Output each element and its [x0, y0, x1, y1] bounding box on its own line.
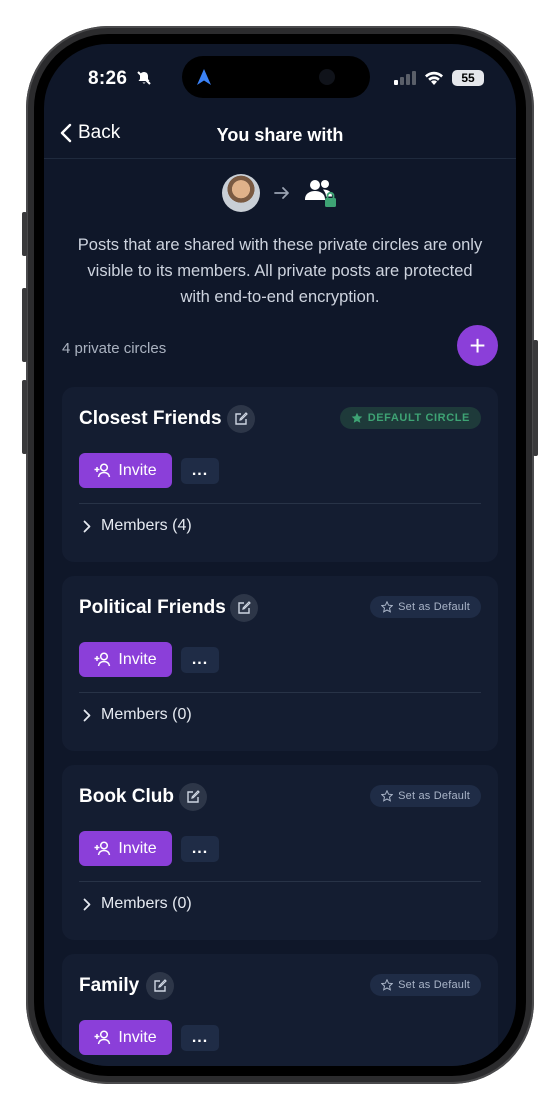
screen: 8:26 55 Back You share with Posts that a…: [44, 44, 516, 1066]
chevron-right-icon: [83, 709, 91, 721]
more-options-button[interactable]: ...: [181, 1025, 219, 1051]
nav-bar: Back You share with: [44, 114, 516, 159]
add-person-icon: [94, 841, 111, 856]
invite-label: Invite: [118, 650, 157, 668]
edit-icon: [187, 790, 200, 803]
plus-icon: +: [469, 329, 486, 361]
dynamic-island: [182, 56, 370, 98]
members-label: Members (0): [101, 706, 192, 723]
wifi-icon: [425, 71, 443, 85]
edit-icon: [235, 412, 248, 425]
members-toggle[interactable]: Members (4): [83, 517, 192, 535]
edit-circle-button[interactable]: [146, 972, 174, 1000]
location-icon: [197, 69, 211, 85]
set-default-label: Set as Default: [398, 979, 470, 991]
edit-circle-button[interactable]: [179, 783, 207, 811]
silent-bell-icon: [137, 71, 151, 85]
people-lock-icon: [305, 180, 336, 207]
signal-icon: [394, 71, 416, 85]
add-person-icon: [94, 463, 111, 478]
circle-card: Political Friends Set as Default Invite …: [62, 576, 498, 751]
battery-indicator: 55: [452, 70, 484, 86]
add-circle-button[interactable]: +: [457, 325, 498, 366]
invite-label: Invite: [118, 461, 157, 479]
divider: [79, 881, 481, 882]
star-icon: [381, 979, 394, 991]
add-person-icon: [94, 652, 111, 667]
volume-down-button: [22, 380, 27, 454]
divider: [79, 503, 481, 504]
set-default-button[interactable]: Set as Default: [370, 596, 481, 618]
circle-name: Political Friends: [79, 597, 226, 618]
edit-icon: [238, 601, 251, 614]
invite-button[interactable]: Invite: [79, 1020, 172, 1055]
star-icon: [381, 601, 394, 613]
badge-label: DEFAULT CIRCLE: [367, 412, 470, 424]
circles-count: 4 private circles: [62, 340, 167, 357]
members-toggle[interactable]: Members (0): [83, 706, 192, 724]
members-toggle[interactable]: Members (0): [83, 895, 192, 913]
chevron-right-icon: [83, 520, 91, 532]
more-options-button[interactable]: ...: [181, 836, 219, 862]
page-title: You share with: [216, 125, 344, 145]
invite-label: Invite: [118, 1028, 157, 1046]
more-options-button[interactable]: ...: [181, 458, 219, 484]
circle-card: Closest Friends DEFAULT CIRCLE Invite ..…: [62, 387, 498, 562]
default-circle-badge: DEFAULT CIRCLE: [339, 407, 481, 429]
circle-name: Family: [79, 975, 140, 996]
edit-circle-button[interactable]: [230, 594, 258, 622]
invite-button[interactable]: Invite: [79, 453, 172, 488]
edit-circle-button[interactable]: [227, 405, 255, 433]
set-default-label: Set as Default: [398, 601, 470, 613]
set-default-label: Set as Default: [398, 790, 470, 802]
members-label: Members (0): [101, 895, 192, 912]
invite-button[interactable]: Invite: [79, 831, 172, 866]
members-label: Members (4): [101, 517, 192, 534]
privacy-description: Posts that are shared with these private…: [77, 236, 483, 306]
share-visual: [44, 174, 516, 212]
invite-button[interactable]: Invite: [79, 642, 172, 677]
status-time: 8:26: [88, 68, 152, 90]
star-icon: [381, 790, 394, 802]
star-icon: [351, 412, 362, 423]
edit-icon: [154, 979, 167, 992]
circle-card: Book Club Set as Default Invite ... Memb…: [62, 765, 498, 940]
time-text: 8:26: [88, 68, 128, 89]
invite-label: Invite: [118, 839, 157, 857]
set-default-button[interactable]: Set as Default: [370, 974, 481, 996]
set-default-button[interactable]: Set as Default: [370, 785, 481, 807]
circle-name: Closest Friends: [79, 408, 222, 429]
power-button: [533, 340, 538, 456]
more-options-button[interactable]: ...: [181, 647, 219, 673]
circle-name: Book Club: [79, 786, 174, 807]
arrow-right-icon: [274, 187, 289, 199]
volume-up-button: [22, 288, 27, 362]
camera-dot: [319, 69, 335, 85]
add-person-icon: [94, 1030, 111, 1045]
action-button: [22, 212, 27, 256]
chevron-right-icon: [83, 898, 91, 910]
avatar: [222, 174, 260, 212]
divider: [79, 692, 481, 693]
circle-card: Family Set as Default Invite ...: [62, 954, 498, 1066]
status-icons: 55: [394, 70, 484, 86]
